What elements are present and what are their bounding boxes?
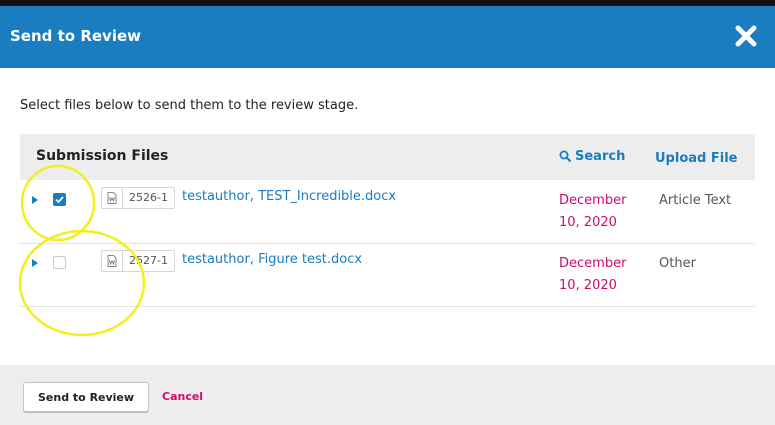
panel-title: Submission Files xyxy=(36,148,169,164)
cancel-link[interactable]: Cancel xyxy=(162,390,203,403)
file-checkbox[interactable] xyxy=(53,193,66,206)
modal-footer: Send to Review Cancel xyxy=(0,365,775,425)
file-id-badge: 2526-1 xyxy=(101,187,175,209)
submission-files-panel: Submission Files Search Upload File 2526… xyxy=(20,134,755,307)
intro-text: Select files below to send them to the r… xyxy=(20,98,359,113)
checkmark-icon xyxy=(55,196,64,204)
expand-caret-icon[interactable] xyxy=(32,259,38,267)
file-id: 2526-1 xyxy=(129,191,168,204)
file-id-badge: 2527-1 xyxy=(101,250,175,272)
document-icon xyxy=(102,188,123,208)
file-name-link[interactable]: testauthor, Figure test.docx xyxy=(182,252,362,267)
file-row: 2526-1 testauthor, TEST_Incredible.docx … xyxy=(20,181,755,244)
file-name-link[interactable]: testauthor, TEST_Incredible.docx xyxy=(182,189,396,204)
send-to-review-button[interactable]: Send to Review xyxy=(23,382,150,412)
upload-file-link[interactable]: Upload File xyxy=(655,151,737,166)
file-row: 2527-1 testauthor, Figure test.docx Dece… xyxy=(20,244,755,307)
file-id: 2527-1 xyxy=(129,254,168,267)
file-date: December 10, 2020 xyxy=(559,193,627,230)
close-icon[interactable] xyxy=(733,23,759,49)
file-type: Article Text xyxy=(659,193,732,208)
search-label: Search xyxy=(575,149,626,164)
file-type: Other xyxy=(659,256,696,271)
file-date: December 10, 2020 xyxy=(559,256,627,293)
search-icon xyxy=(559,150,571,162)
document-icon xyxy=(102,251,123,271)
search-link[interactable]: Search xyxy=(559,149,625,164)
modal-header: Send to Review xyxy=(0,6,775,68)
modal-title: Send to Review xyxy=(10,27,141,45)
expand-caret-icon[interactable] xyxy=(32,196,38,204)
panel-header: Submission Files Search Upload File xyxy=(20,134,755,180)
file-checkbox[interactable] xyxy=(53,256,66,269)
